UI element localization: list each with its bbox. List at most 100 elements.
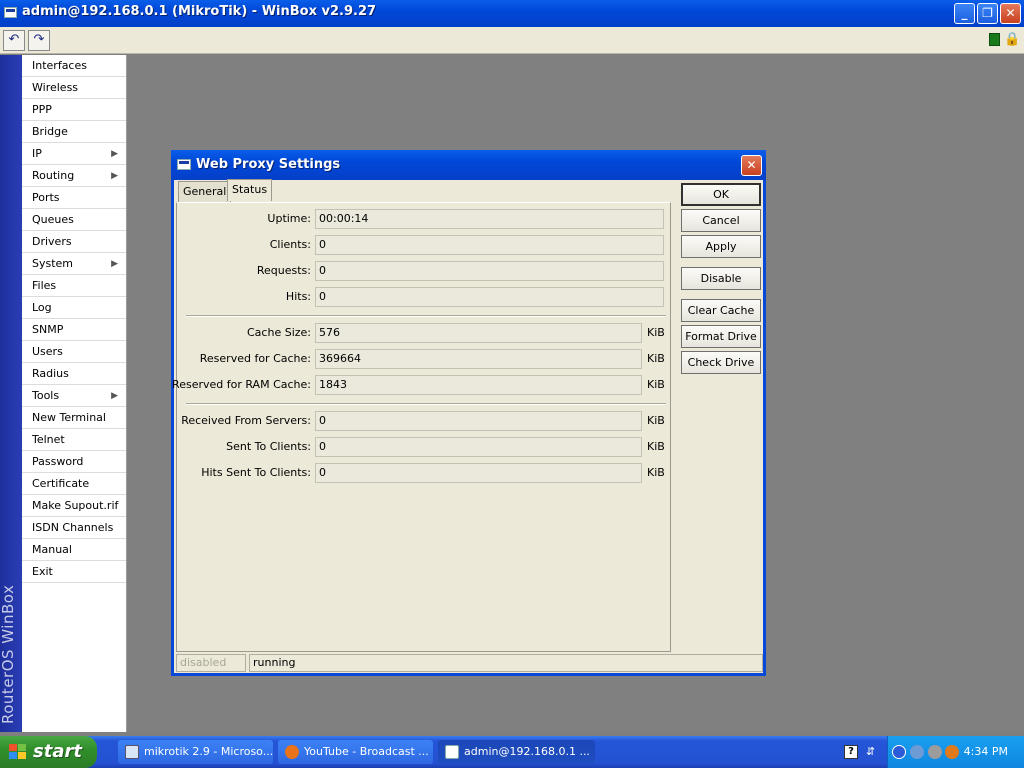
uptime-label: Uptime: bbox=[267, 212, 311, 225]
sidebar-item-snmp[interactable]: SNMP bbox=[22, 319, 126, 341]
hits-sent-unit: KiB bbox=[647, 466, 665, 479]
sidebar-item-certificate[interactable]: Certificate bbox=[22, 473, 126, 495]
status-disabled: disabled bbox=[176, 654, 246, 672]
hits-field[interactable]: 0 bbox=[315, 287, 664, 307]
clear-cache-button[interactable]: Clear Cache bbox=[681, 299, 761, 322]
submenu-arrow-icon: ▶ bbox=[111, 149, 118, 159]
network-icon[interactable]: ⇵ bbox=[866, 745, 880, 759]
system-tray: 4:34 PM bbox=[887, 736, 1024, 768]
received-servers-label: Received From Servers: bbox=[181, 414, 311, 427]
task-mikrotik-doc[interactable]: mikrotik 2.9 - Microso... bbox=[118, 740, 273, 764]
sidebar-menu: Interfaces Wireless PPP Bridge IP ▶ Routi… bbox=[22, 55, 127, 732]
dialog-status-bar: disabled running bbox=[176, 654, 763, 672]
clients-field[interactable]: 0 bbox=[315, 235, 664, 255]
sidebar-item-log[interactable]: Log bbox=[22, 297, 126, 319]
reserved-ram-unit: KiB bbox=[647, 378, 665, 391]
reserved-cache-field[interactable]: 369664 bbox=[315, 349, 642, 369]
brand-bar: RouterOS WinBox bbox=[0, 55, 22, 732]
received-servers-field[interactable]: 0 bbox=[315, 411, 642, 431]
tab-status[interactable]: Status bbox=[227, 179, 273, 201]
disable-button[interactable]: Disable bbox=[681, 267, 761, 290]
network-tray-icon[interactable] bbox=[910, 745, 924, 759]
sidebar-item-make-supout[interactable]: Make Supout.rif bbox=[22, 495, 126, 517]
lock-icon: 🔒 bbox=[1004, 32, 1021, 47]
clients-label: Clients: bbox=[269, 238, 311, 251]
sent-clients-field[interactable]: 0 bbox=[315, 437, 642, 457]
task-winbox[interactable]: admin@192.168.0.1 ... bbox=[438, 740, 595, 764]
hits-sent-field[interactable]: 0 bbox=[315, 463, 642, 483]
sidebar-item-ip[interactable]: IP ▶ bbox=[22, 143, 126, 165]
sent-clients-label: Sent To Clients: bbox=[226, 440, 311, 453]
hits-sent-label: Hits Sent To Clients: bbox=[201, 466, 311, 479]
requests-field[interactable]: 0 bbox=[315, 261, 664, 281]
sidebar-item-tools[interactable]: Tools ▶ bbox=[22, 385, 126, 407]
minimize-button[interactable]: _ bbox=[954, 3, 975, 24]
separator bbox=[186, 315, 666, 317]
sidebar-item-drivers[interactable]: Drivers bbox=[22, 231, 126, 253]
cache-size-label: Cache Size: bbox=[247, 326, 311, 339]
window-icon bbox=[177, 159, 191, 170]
dialog-title: Web Proxy Settings bbox=[196, 157, 341, 172]
uptime-field[interactable]: 00:00:14 bbox=[315, 209, 664, 229]
sidebar-item-queues[interactable]: Queues bbox=[22, 209, 126, 231]
windows-flag-icon bbox=[9, 744, 27, 760]
sent-clients-unit: KiB bbox=[647, 440, 665, 453]
sidebar-item-bridge[interactable]: Bridge bbox=[22, 121, 126, 143]
sidebar-item-routing[interactable]: Routing ▶ bbox=[22, 165, 126, 187]
undo-button[interactable]: ↶ bbox=[3, 30, 25, 51]
separator bbox=[186, 403, 666, 405]
ok-button[interactable]: OK bbox=[681, 183, 761, 206]
submenu-arrow-icon: ▶ bbox=[111, 171, 118, 181]
firefox-tray-icon[interactable] bbox=[945, 745, 959, 759]
reserved-ram-label: Reserved for RAM Cache: bbox=[172, 378, 311, 391]
web-proxy-dialog: Web Proxy Settings ✕ General Status Upti… bbox=[171, 150, 766, 676]
sidebar-item-ppp[interactable]: PPP bbox=[22, 99, 126, 121]
tab-general[interactable]: General bbox=[178, 181, 232, 202]
reserved-ram-field[interactable]: 1843 bbox=[315, 375, 642, 395]
apply-button[interactable]: Apply bbox=[681, 235, 761, 258]
sidebar-item-wireless[interactable]: Wireless bbox=[22, 77, 126, 99]
document-icon bbox=[125, 745, 139, 759]
window-titlebar[interactable]: admin@192.168.0.1 (MikroTik) - WinBox v2… bbox=[0, 0, 1024, 27]
dialog-titlebar[interactable]: Web Proxy Settings ✕ bbox=[171, 150, 766, 180]
sidebar-item-new-terminal[interactable]: New Terminal bbox=[22, 407, 126, 429]
format-drive-button[interactable]: Format Drive bbox=[681, 325, 761, 348]
sidebar-item-system[interactable]: System ▶ bbox=[22, 253, 126, 275]
sidebar-item-files[interactable]: Files bbox=[22, 275, 126, 297]
sidebar-item-manual[interactable]: Manual bbox=[22, 539, 126, 561]
requests-label: Requests: bbox=[256, 264, 311, 277]
status-running: running bbox=[249, 654, 763, 672]
redo-button[interactable]: ↷ bbox=[28, 30, 50, 51]
sidebar-item-interfaces[interactable]: Interfaces bbox=[22, 55, 126, 77]
tray-expand-icon[interactable] bbox=[892, 745, 906, 759]
speaker-icon[interactable] bbox=[928, 745, 942, 759]
close-button[interactable]: ✕ bbox=[1000, 3, 1021, 24]
cancel-button[interactable]: Cancel bbox=[681, 209, 761, 232]
reserved-cache-unit: KiB bbox=[647, 352, 665, 365]
sidebar-item-isdn-channels[interactable]: ISDN Channels bbox=[22, 517, 126, 539]
submenu-arrow-icon: ▶ bbox=[111, 259, 118, 269]
start-button[interactable]: start bbox=[0, 736, 97, 768]
status-panel: Uptime: 00:00:14 Clients: 0 Requests: 0 … bbox=[172, 202, 671, 652]
brand-label: RouterOS WinBox bbox=[0, 584, 17, 724]
reserved-cache-label: Reserved for Cache: bbox=[199, 352, 311, 365]
dialog-close-button[interactable]: ✕ bbox=[741, 155, 762, 176]
window-title: admin@192.168.0.1 (MikroTik) - WinBox v2… bbox=[22, 4, 377, 19]
hits-label: Hits: bbox=[285, 290, 311, 303]
cache-size-field[interactable]: 576 bbox=[315, 323, 642, 343]
sidebar-item-radius[interactable]: Radius bbox=[22, 363, 126, 385]
winbox-task-icon bbox=[445, 745, 459, 759]
start-label: start bbox=[33, 741, 82, 762]
sidebar-item-ports[interactable]: Ports bbox=[22, 187, 126, 209]
cache-size-unit: KiB bbox=[647, 326, 665, 339]
sidebar-item-password[interactable]: Password bbox=[22, 451, 126, 473]
help-icon[interactable]: ? bbox=[844, 745, 858, 759]
sidebar-item-users[interactable]: Users bbox=[22, 341, 126, 363]
sidebar-item-telnet[interactable]: Telnet bbox=[22, 429, 126, 451]
task-youtube-browser[interactable]: YouTube - Broadcast ... bbox=[278, 740, 433, 764]
toolbar: ↶ ↷ 🔒 bbox=[0, 27, 1024, 54]
sidebar-item-exit[interactable]: Exit bbox=[22, 561, 126, 583]
check-drive-button[interactable]: Check Drive bbox=[681, 351, 761, 374]
restore-button[interactable]: ❐ bbox=[977, 3, 998, 24]
connection-status-icon bbox=[989, 33, 1000, 46]
